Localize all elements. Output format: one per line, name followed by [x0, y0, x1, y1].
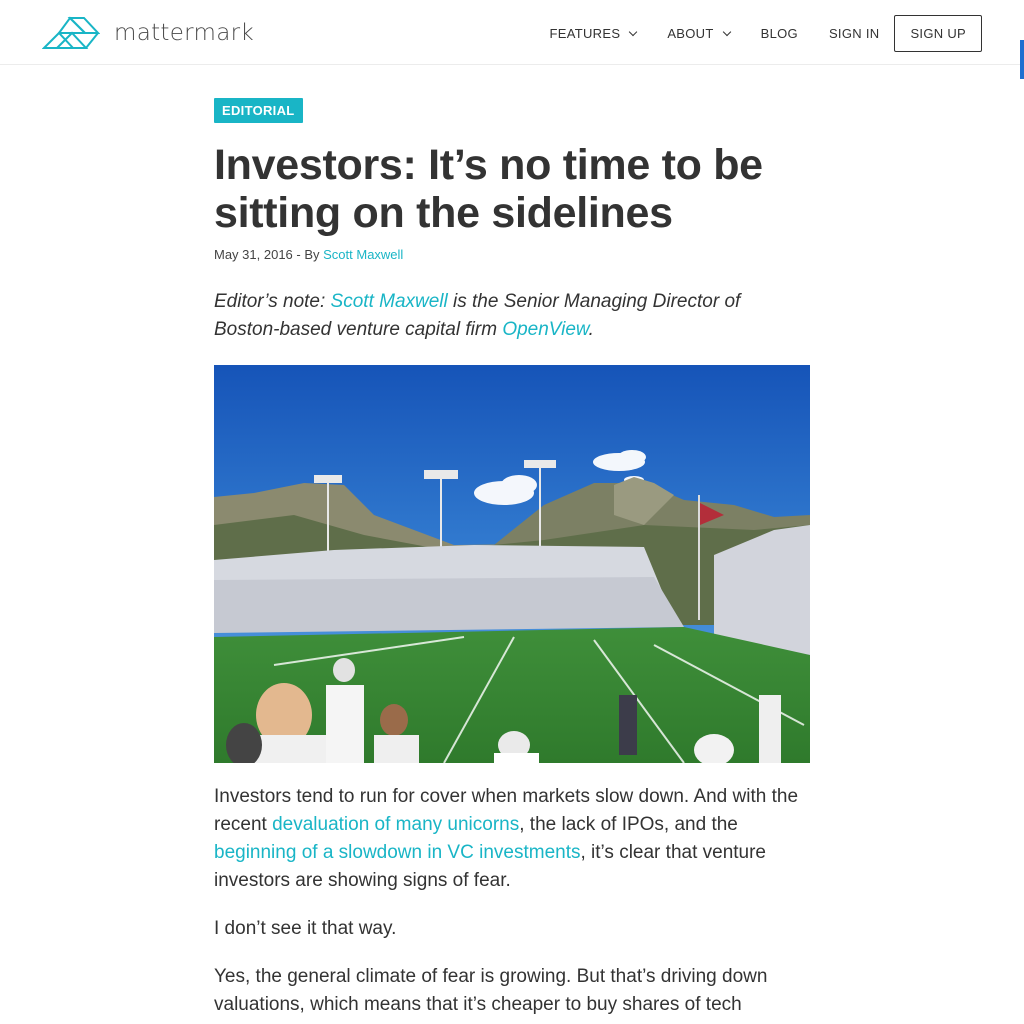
- side-feedback-tab[interactable]: [1020, 40, 1024, 79]
- unicorn-devaluation-link[interactable]: devaluation of many unicorns: [272, 814, 519, 835]
- nav-about[interactable]: ABOUT: [667, 26, 731, 41]
- category-badge[interactable]: EDITORIAL: [214, 98, 303, 123]
- editor-note-prefix: Editor’s note:: [214, 291, 331, 312]
- nav-about-label: ABOUT: [667, 26, 714, 41]
- editor-note-firm-link[interactable]: OpenView: [502, 319, 588, 340]
- byline-prefix: - By: [292, 247, 324, 262]
- site-header: mattermark FEATURES ABOUT BLOG SIGN IN S…: [0, 0, 1024, 65]
- article-meta: May 31, 2016 - By Scott Maxwell: [214, 247, 810, 262]
- nav-sign-in[interactable]: SIGN IN: [829, 26, 880, 41]
- editor-note-author-link[interactable]: Scott Maxwell: [331, 291, 448, 312]
- nav-features[interactable]: FEATURES: [549, 26, 638, 41]
- nav-sign-in-label: SIGN IN: [828, 26, 880, 41]
- editor-note: Editor’s note: Scott Maxwell is the Seni…: [214, 288, 810, 344]
- article-title: Investors: It’s no time to be sitting on…: [214, 141, 763, 237]
- paragraph-2: I don’t see it that way.: [214, 918, 397, 939]
- paragraph-1-part-2: , the lack of IPOs, and the: [519, 814, 738, 835]
- hero-image: [214, 365, 810, 763]
- site-logo[interactable]: mattermark: [42, 15, 254, 51]
- chevron-down-icon: [629, 27, 638, 36]
- logo-wordmark: mattermark: [114, 20, 255, 46]
- sign-up-button[interactable]: SIGN UP: [894, 15, 982, 52]
- chevron-down-icon: [722, 27, 731, 36]
- article-date: May 31, 2016: [214, 247, 293, 262]
- paragraph-3: Yes, the general climate of fear is grow…: [214, 966, 768, 1015]
- editor-note-suffix: .: [588, 319, 594, 340]
- paragraph-1: Investors tend to run for cover when mar…: [214, 783, 810, 895]
- article: EDITORIAL Investors: It’s no time to be …: [214, 98, 810, 1019]
- mattermark-logo-icon: [42, 16, 100, 49]
- nav-blog[interactable]: BLOG: [761, 26, 798, 41]
- nav-features-label: FEATURES: [549, 26, 621, 41]
- vc-slowdown-link[interactable]: beginning of a slowdown in VC investment…: [214, 842, 580, 863]
- nav-blog-label: BLOG: [760, 26, 798, 41]
- main-nav: FEATURES ABOUT BLOG SIGN IN SIGN UP: [550, 15, 982, 52]
- author-link[interactable]: Scott Maxwell: [323, 247, 403, 262]
